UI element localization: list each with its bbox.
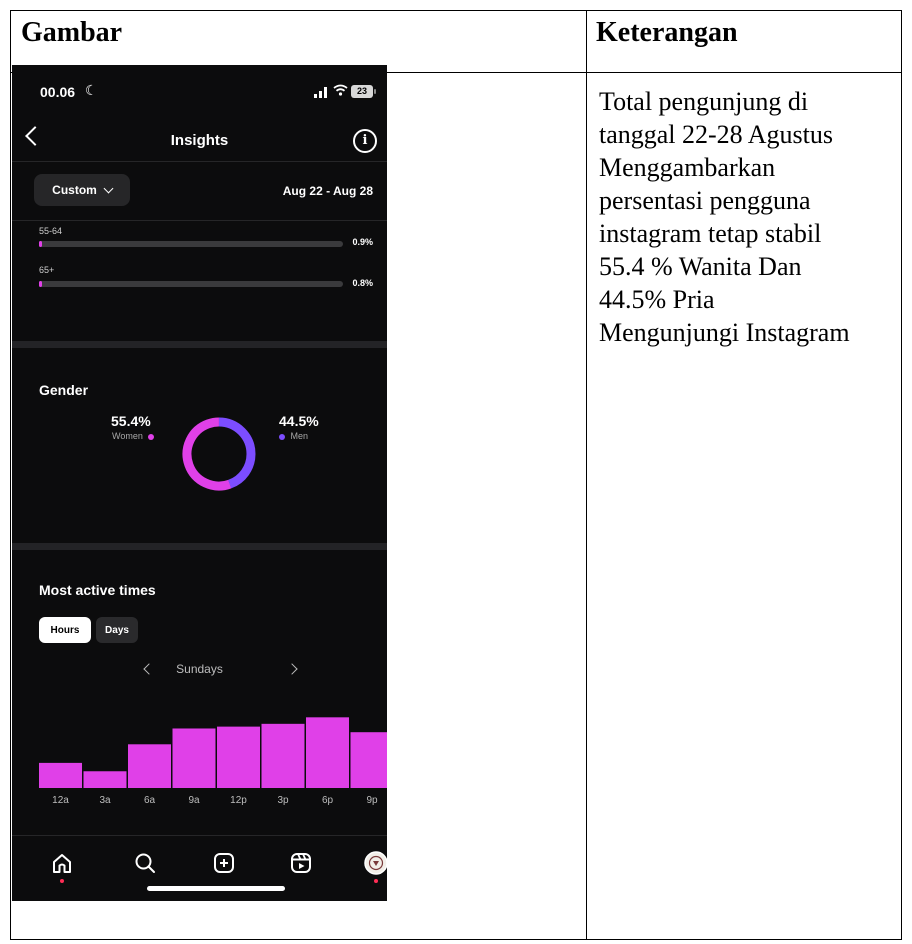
most-active-title: Most active times xyxy=(39,582,156,598)
home-indicator xyxy=(147,886,285,891)
age-range-bar xyxy=(39,281,343,287)
age-range-fill xyxy=(39,241,42,247)
tick-row: 12a 3a 6a 9a 12p 3p 6p 9p xyxy=(12,795,387,809)
men-label: Men xyxy=(290,431,309,441)
men-dot xyxy=(279,433,285,440)
age-range-bar xyxy=(39,241,343,247)
tick-label-12p: 12p xyxy=(230,795,247,806)
tick-label-9a: 9a xyxy=(188,795,200,806)
info-icon[interactable]: i xyxy=(353,129,377,153)
header-keterangan: Keterangan xyxy=(596,17,738,48)
chevron-down-icon xyxy=(103,183,114,193)
activity-bar-6a xyxy=(128,744,171,788)
tick-label-9p: 9p xyxy=(366,795,378,806)
status-time: 00.06 xyxy=(40,84,76,100)
women-percent: 55.4% xyxy=(111,413,151,429)
description-line: tanggal 22-28 Agustus xyxy=(599,120,833,149)
activity-bar-3a xyxy=(83,771,127,788)
description-line: persentasi pengguna xyxy=(599,186,811,215)
day-label: Sundays xyxy=(176,662,223,676)
battery-tip xyxy=(374,89,376,94)
page-title: Insights xyxy=(170,132,229,149)
age-range-label: 65+ xyxy=(39,265,55,275)
phone-screenshot: 00.06 ☾ 23 Insights i Custom Aug 22 - Au… xyxy=(12,65,387,901)
tick-label-6p: 6p xyxy=(321,795,334,806)
create-icon[interactable] xyxy=(211,850,237,876)
activity-bar-12a xyxy=(39,762,82,788)
activity-bar-12p xyxy=(217,726,260,788)
tick-label-12a: 12a xyxy=(52,795,69,806)
custom-label: Custom xyxy=(52,183,97,197)
women-dot xyxy=(148,433,155,440)
divider xyxy=(12,835,387,836)
age-range-fill xyxy=(39,281,42,287)
wifi-icon xyxy=(333,83,348,99)
tick-label-6a: 6a xyxy=(143,795,156,806)
description-line: Menggambarkan xyxy=(599,153,776,182)
age-range-percent: 0.8% xyxy=(352,278,373,288)
tab-hours[interactable]: Hours xyxy=(39,617,91,643)
women-legend: Women xyxy=(112,431,155,441)
gender-donut xyxy=(182,417,256,491)
battery-icon: 23 xyxy=(351,85,373,98)
activity-bar-9a xyxy=(172,728,216,788)
gender-title: Gender xyxy=(39,382,89,398)
description-line: Mengunjungi Instagram xyxy=(599,318,850,347)
divider xyxy=(12,220,387,221)
custom-range-button[interactable]: Custom xyxy=(34,174,130,206)
men-legend: Men xyxy=(279,431,308,441)
description-line: 44.5% Pria xyxy=(599,285,715,314)
description-line: Total pengunjung di xyxy=(599,87,809,116)
moon-icon: ☾ xyxy=(85,82,98,98)
signal-icon xyxy=(314,87,327,98)
men-percent: 44.5% xyxy=(279,413,319,429)
reels-icon[interactable] xyxy=(288,850,314,876)
section-separator xyxy=(12,543,387,550)
profile-avatar[interactable] xyxy=(363,850,387,876)
profile-notification-dot xyxy=(374,879,378,883)
home-icon[interactable] xyxy=(49,850,75,876)
tab-days[interactable]: Days xyxy=(96,617,138,643)
activity-bar-6p xyxy=(306,717,349,788)
description-line: instagram tetap stabil xyxy=(599,219,822,248)
date-range: Aug 22 - Aug 28 xyxy=(282,184,373,198)
section-separator xyxy=(12,341,387,348)
search-icon[interactable] xyxy=(132,850,158,876)
age-range-label: 55-64 xyxy=(39,226,63,236)
tick-label-3a: 3a xyxy=(99,795,111,806)
divider xyxy=(12,161,387,162)
women-label: Women xyxy=(112,431,143,441)
age-range-percent: 0.9% xyxy=(352,237,373,247)
activity-bar-9p xyxy=(350,732,387,788)
description-line: 55.4 % Wanita Dan xyxy=(599,252,802,281)
description-text: Total pengunjung di tanggal 22-28 Agustu… xyxy=(599,85,899,349)
donut-women-segment xyxy=(182,417,256,491)
activity-chart xyxy=(39,717,387,788)
tick-label-3p: 3p xyxy=(277,795,289,806)
header-gambar: Gambar xyxy=(21,17,123,48)
column-divider xyxy=(586,11,587,939)
activity-bar-3p xyxy=(261,723,305,788)
home-notification-dot xyxy=(60,879,64,883)
